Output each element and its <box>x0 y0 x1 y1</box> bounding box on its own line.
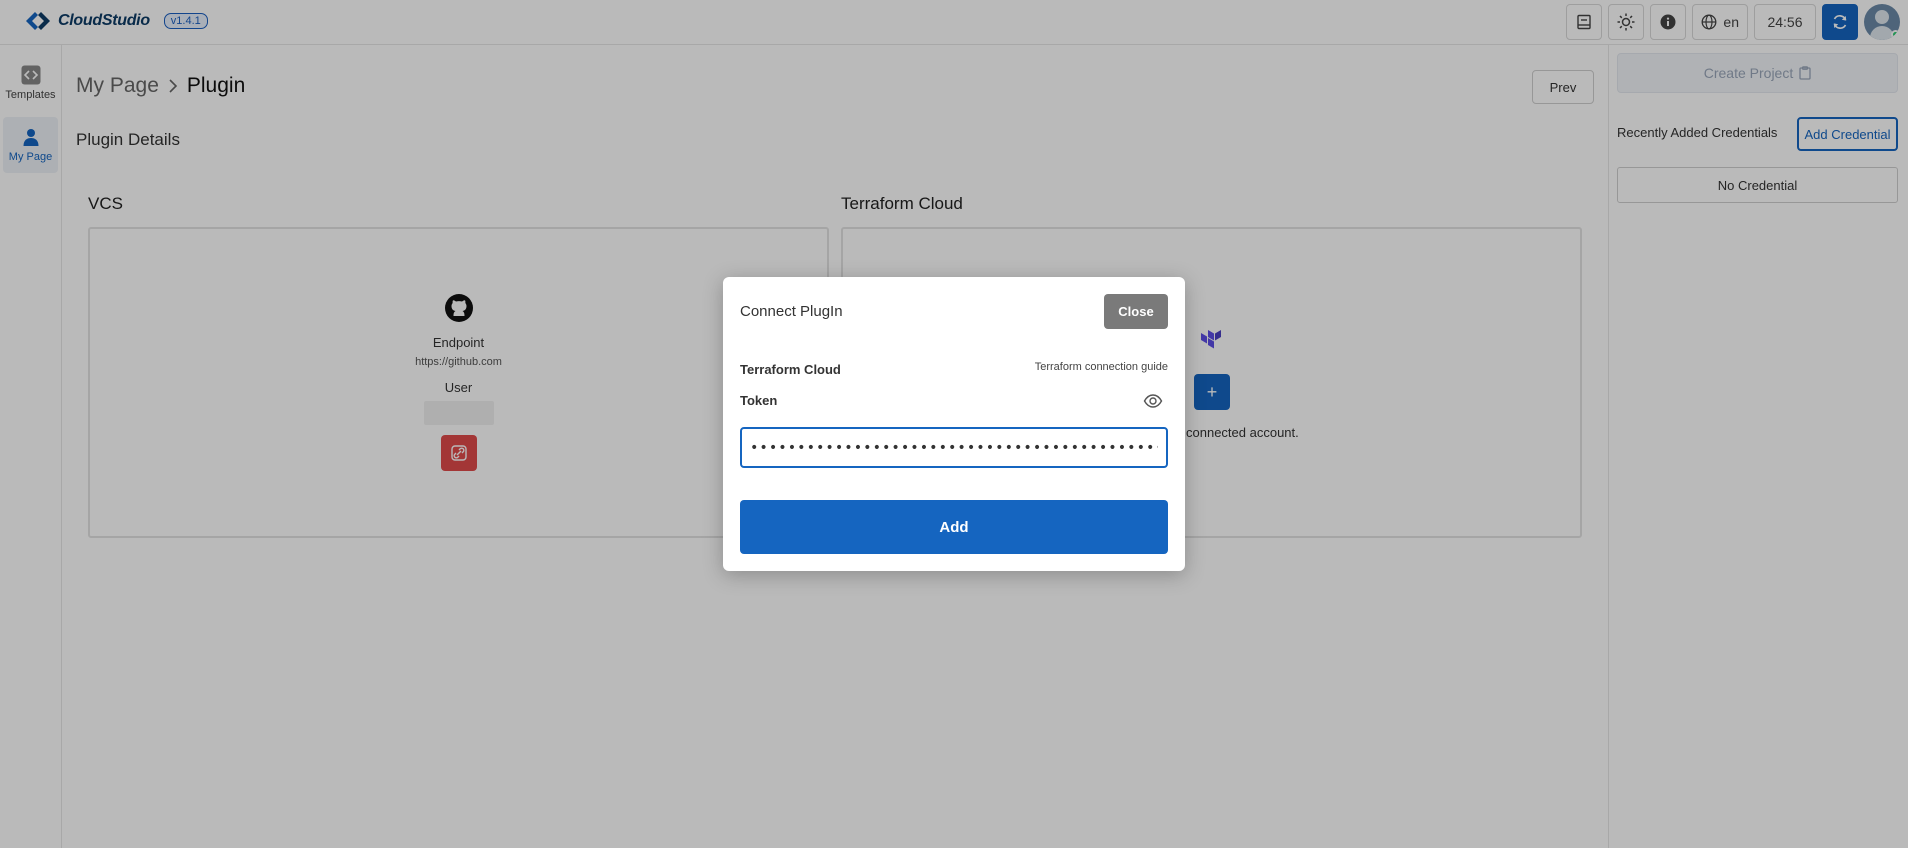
token-label: Token <box>740 393 778 408</box>
eye-icon[interactable] <box>1143 391 1163 411</box>
token-input[interactable] <box>740 427 1168 468</box>
modal-title: Connect PlugIn <box>740 303 843 320</box>
connect-plugin-modal: Connect PlugIn Close Terraform Cloud Ter… <box>723 277 1185 571</box>
connection-guide-link[interactable]: Terraform connection guide <box>1035 361 1168 373</box>
close-button[interactable]: Close <box>1104 294 1168 329</box>
add-button[interactable]: Add <box>740 500 1168 554</box>
provider-label: Terraform Cloud <box>740 362 841 377</box>
